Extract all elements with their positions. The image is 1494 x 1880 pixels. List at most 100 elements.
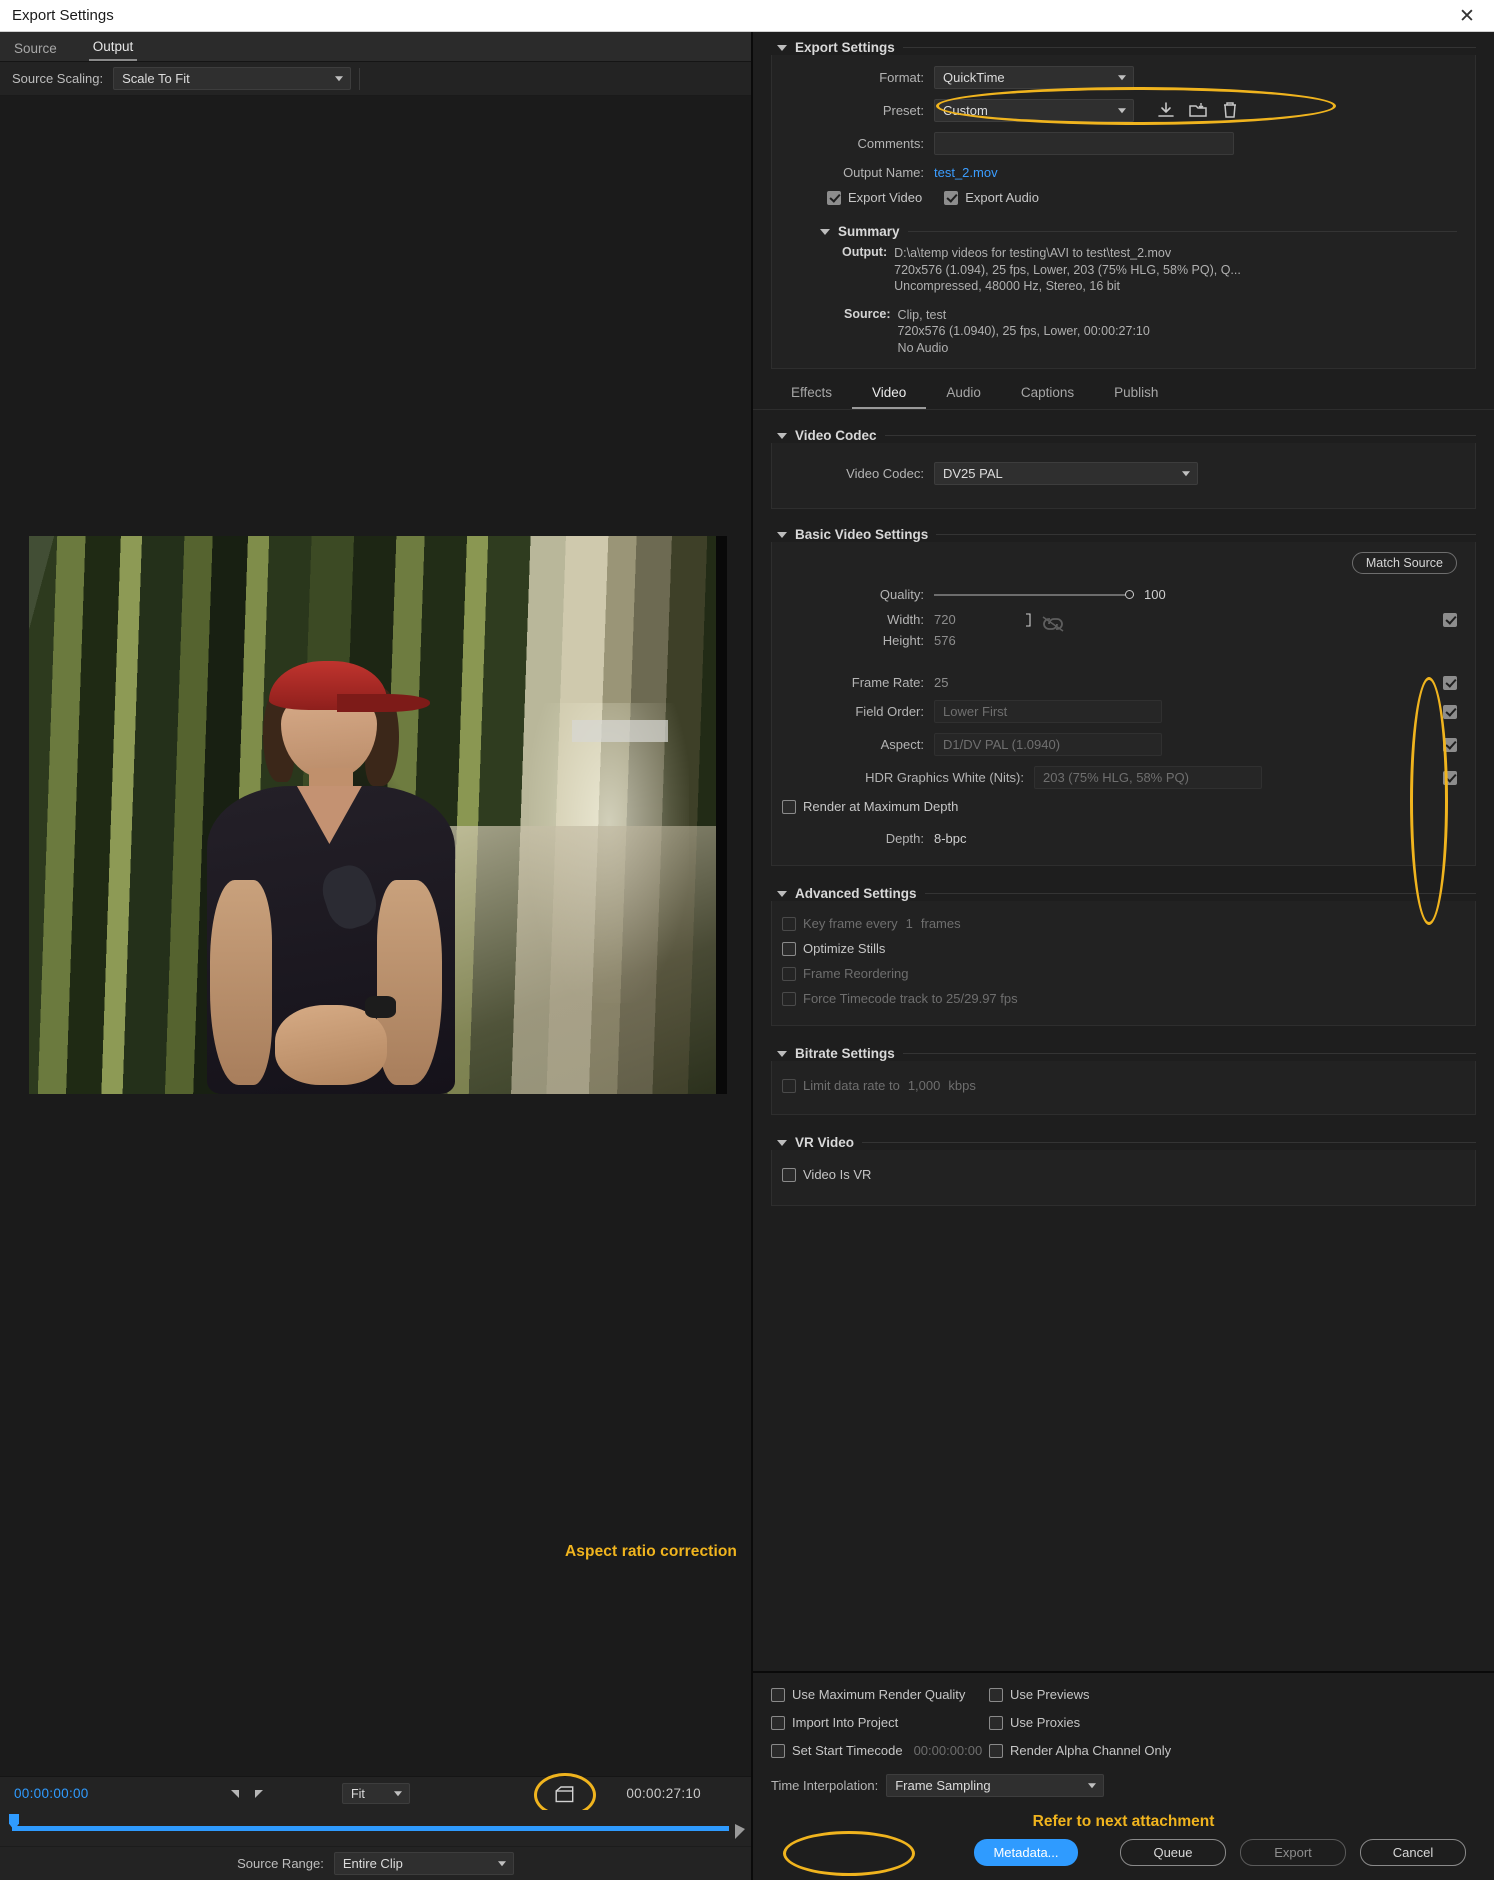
render-max-depth-checkbox-row[interactable]: Render at Maximum Depth [782, 799, 958, 814]
export-audio-checkbox[interactable] [944, 190, 959, 205]
import-into-project-row[interactable]: Import Into Project [771, 1715, 985, 1730]
force-timecode-checkbox[interactable] [782, 991, 796, 1006]
summary-header[interactable]: Summary [772, 216, 1475, 239]
export-options-column-left: Use Maximum Render Quality Import Into P… [771, 1687, 985, 1758]
bitrate-settings-header[interactable]: Bitrate Settings [753, 1038, 1494, 1061]
field-order-select[interactable]: Lower First [934, 700, 1162, 723]
match-source-button[interactable]: Match Source [1351, 552, 1457, 574]
chevron-down-icon[interactable] [777, 1139, 787, 1146]
hdr-white-select[interactable]: 203 (75% HLG, 58% PQ) [1034, 766, 1262, 789]
time-interpolation-select[interactable]: Frame Sampling [886, 1774, 1105, 1797]
scrubber[interactable] [0, 1810, 751, 1846]
chevron-down-icon[interactable] [777, 44, 787, 51]
chevron-down-icon[interactable] [777, 890, 787, 897]
limit-data-rate-value[interactable]: 1,000 [908, 1078, 941, 1093]
output-name-link[interactable]: test_2.mov [934, 165, 998, 180]
force-timecode-checkbox-row[interactable]: Force Timecode track to 25/29.97 fps [782, 991, 1018, 1006]
video-codec-header[interactable]: Video Codec [753, 420, 1494, 443]
frame-reordering-checkbox[interactable] [782, 966, 796, 981]
export-settings-header[interactable]: Export Settings [753, 32, 1494, 55]
metadata-button[interactable]: Metadata... [974, 1839, 1078, 1866]
queue-button[interactable]: Queue [1120, 1839, 1226, 1866]
set-start-timecode-value[interactable]: 00:00:00:00 [914, 1743, 983, 1758]
frame-rate-match-source-checkbox[interactable] [1443, 675, 1457, 690]
import-into-project-checkbox[interactable] [771, 1715, 785, 1730]
scrubber-track[interactable] [12, 1826, 729, 1831]
save-preset-icon[interactable] [1156, 100, 1178, 122]
basic-video-header[interactable]: Basic Video Settings [753, 519, 1494, 542]
render-alpha-only-checkbox[interactable] [989, 1743, 1003, 1758]
key-frame-checkbox[interactable] [782, 916, 796, 931]
link-dimensions-icon[interactable] [1040, 615, 1066, 633]
limit-data-rate-checkbox-row[interactable]: Limit data rate to [782, 1078, 900, 1093]
current-timecode[interactable]: 00:00:00:00 [0, 1786, 89, 1801]
use-max-render-quality-checkbox[interactable] [771, 1687, 785, 1702]
vr-video-header[interactable]: VR Video [753, 1127, 1494, 1150]
source-scaling-select[interactable]: Scale To Fit [113, 67, 352, 90]
tab-publish[interactable]: Publish [1094, 379, 1178, 409]
height-value[interactable]: 576 [934, 633, 1114, 648]
key-frame-value[interactable]: 1 [906, 916, 913, 931]
tab-video[interactable]: Video [852, 379, 927, 409]
cancel-button[interactable]: Cancel [1360, 1839, 1466, 1866]
set-start-timecode-checkbox[interactable] [771, 1743, 785, 1758]
preset-select[interactable]: Custom [934, 99, 1134, 122]
use-previews-row[interactable]: Use Previews [989, 1687, 1171, 1702]
export-options-column-right: Use Previews Use Proxies Render Alpha Ch… [989, 1687, 1171, 1758]
export-video-checkbox[interactable] [827, 190, 841, 205]
aspect-select[interactable]: D1/DV PAL (1.0940) [934, 733, 1162, 756]
export-video-checkbox-row[interactable]: Export Video [827, 190, 922, 205]
width-match-source-checkbox[interactable] [1443, 612, 1457, 627]
source-range-select[interactable]: Entire Clip [333, 1852, 514, 1875]
quality-slider-knob[interactable] [1125, 589, 1134, 599]
optimize-stills-checkbox-row[interactable]: Optimize Stills [782, 941, 885, 956]
tab-audio[interactable]: Audio [926, 379, 1001, 409]
video-is-vr-checkbox[interactable] [782, 1167, 796, 1182]
advanced-settings-header[interactable]: Advanced Settings [753, 878, 1494, 901]
use-proxies-checkbox[interactable] [989, 1715, 1003, 1730]
field-order-match-source-checkbox[interactable] [1443, 704, 1457, 719]
export-button[interactable]: Export [1240, 1839, 1346, 1866]
tab-source[interactable]: Source [10, 41, 61, 61]
quality-slider[interactable] [934, 589, 1134, 599]
render-max-depth-checkbox[interactable] [782, 799, 796, 814]
aspect-ratio-correction-icon[interactable] [549, 1783, 579, 1805]
tab-captions[interactable]: Captions [1001, 379, 1094, 409]
use-max-render-quality-row[interactable]: Use Maximum Render Quality [771, 1687, 985, 1702]
optimize-stills-checkbox[interactable] [782, 941, 796, 956]
close-icon[interactable]: ✕ [1440, 0, 1494, 32]
hdr-white-match-source-checkbox[interactable] [1443, 770, 1457, 785]
format-select[interactable]: QuickTime [934, 66, 1134, 89]
chevron-down-icon[interactable] [777, 531, 787, 538]
limit-data-rate-checkbox[interactable] [782, 1078, 796, 1093]
delete-preset-icon[interactable] [1220, 100, 1242, 122]
export-audio-checkbox-row[interactable]: Export Audio [944, 190, 1039, 205]
use-proxies-row[interactable]: Use Proxies [989, 1715, 1171, 1730]
tab-effects[interactable]: Effects [771, 379, 852, 409]
quality-value[interactable]: 100 [1144, 587, 1188, 602]
use-previews-checkbox[interactable] [989, 1687, 1003, 1702]
chevron-down-icon[interactable] [777, 432, 787, 439]
scrubber-end-handle[interactable] [735, 1824, 745, 1839]
render-max-depth-row: Render at Maximum Depth [772, 794, 1475, 819]
set-start-timecode-row[interactable]: Set Start Timecode 00:00:00:00 [771, 1743, 985, 1758]
chevron-down-icon[interactable] [820, 228, 830, 235]
hdr-white-label: HDR Graphics White (Nits): [865, 770, 1024, 785]
video-codec-select[interactable]: DV25 PAL [934, 462, 1198, 485]
frame-reordering-checkbox-row[interactable]: Frame Reordering [782, 966, 909, 981]
chevron-down-icon [1088, 1782, 1097, 1788]
zoom-level-select[interactable]: Fit [342, 1783, 410, 1804]
render-alpha-only-row[interactable]: Render Alpha Channel Only [989, 1743, 1171, 1758]
out-point-icon[interactable] [255, 1789, 263, 1798]
video-preview-area[interactable]: Aspect ratio correction [0, 96, 751, 1776]
chevron-down-icon[interactable] [777, 1050, 787, 1057]
import-preset-icon[interactable] [1188, 100, 1210, 122]
in-point-icon[interactable] [231, 1789, 239, 1798]
decor-arm-right [377, 879, 443, 1086]
key-frame-checkbox-row[interactable]: Key frame every [782, 916, 898, 931]
tab-output[interactable]: Output [88, 39, 138, 61]
comments-input[interactable] [934, 132, 1234, 155]
frame-rate-value[interactable]: 25 [934, 675, 1114, 690]
aspect-match-source-checkbox[interactable] [1443, 737, 1457, 752]
video-is-vr-checkbox-row[interactable]: Video Is VR [782, 1167, 871, 1182]
